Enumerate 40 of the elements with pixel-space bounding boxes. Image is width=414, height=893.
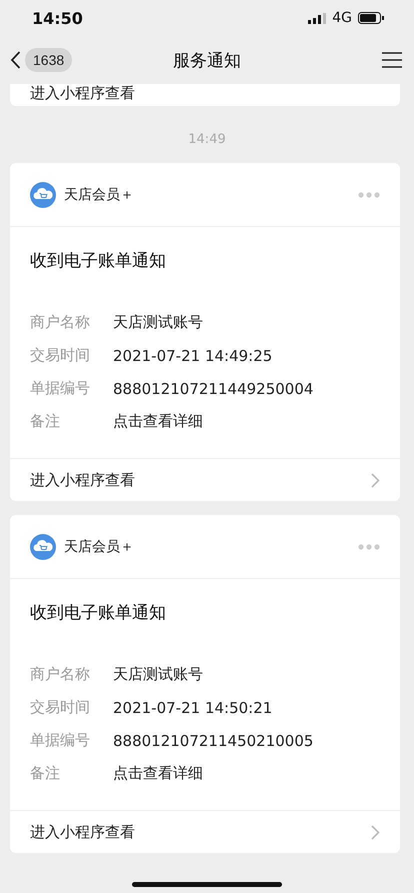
network-label: 4G (332, 10, 352, 26)
more-icon[interactable] (358, 544, 380, 550)
chevron-right-icon (371, 824, 380, 840)
menu-button[interactable] (382, 52, 402, 68)
cart-cloud-icon (30, 534, 56, 560)
battery-icon (358, 12, 384, 24)
unread-count: 1638 (25, 48, 72, 72)
sender-name: 天店会员＋ (64, 186, 134, 204)
field-value: 点击查看详细 (113, 412, 203, 431)
menu-icon (382, 52, 402, 68)
cart-cloud-icon (30, 182, 56, 208)
back-icon (10, 51, 21, 69)
more-icon[interactable] (358, 192, 380, 198)
message-title: 收到电子账单通知 (29, 250, 167, 273)
field-label: 单据编号 (30, 379, 91, 398)
field-value: 天店测试账号 (113, 665, 203, 684)
field-label: 商户名称 (30, 313, 91, 332)
field-value: 2021-07-21 14:50:21 (113, 698, 272, 716)
mini-program-link[interactable]: 进入小程序查看 (30, 84, 135, 102)
mini-program-link[interactable]: 进入小程序查看 (10, 458, 400, 501)
field-value: 888012107211449250004 (113, 380, 314, 398)
chevron-right-icon (371, 472, 380, 488)
field-label: 单据编号 (30, 731, 91, 750)
message-title: 收到电子账单通知 (29, 602, 167, 625)
sender-name: 天店会员＋ (64, 538, 134, 556)
field-label: 备注 (30, 764, 61, 783)
signal-icon (308, 12, 326, 24)
message-time: 14:49 (188, 132, 226, 147)
field-value: 888012107211450210005 (113, 732, 314, 750)
status-time: 14:50 (32, 8, 83, 28)
field-label: 备注 (30, 412, 61, 431)
field-label: 交易时间 (30, 346, 91, 365)
field-label: 交易时间 (30, 698, 91, 717)
field-label: 商户名称 (30, 665, 91, 684)
back-button[interactable]: 1638 (10, 48, 72, 72)
page-title: 服务通知 (173, 50, 241, 72)
field-value: 点击查看详细 (113, 764, 203, 783)
field-value: 2021-07-21 14:49:25 (113, 346, 272, 364)
mini-program-link[interactable]: 进入小程序查看 (10, 810, 400, 853)
field-value: 天店测试账号 (113, 313, 203, 332)
